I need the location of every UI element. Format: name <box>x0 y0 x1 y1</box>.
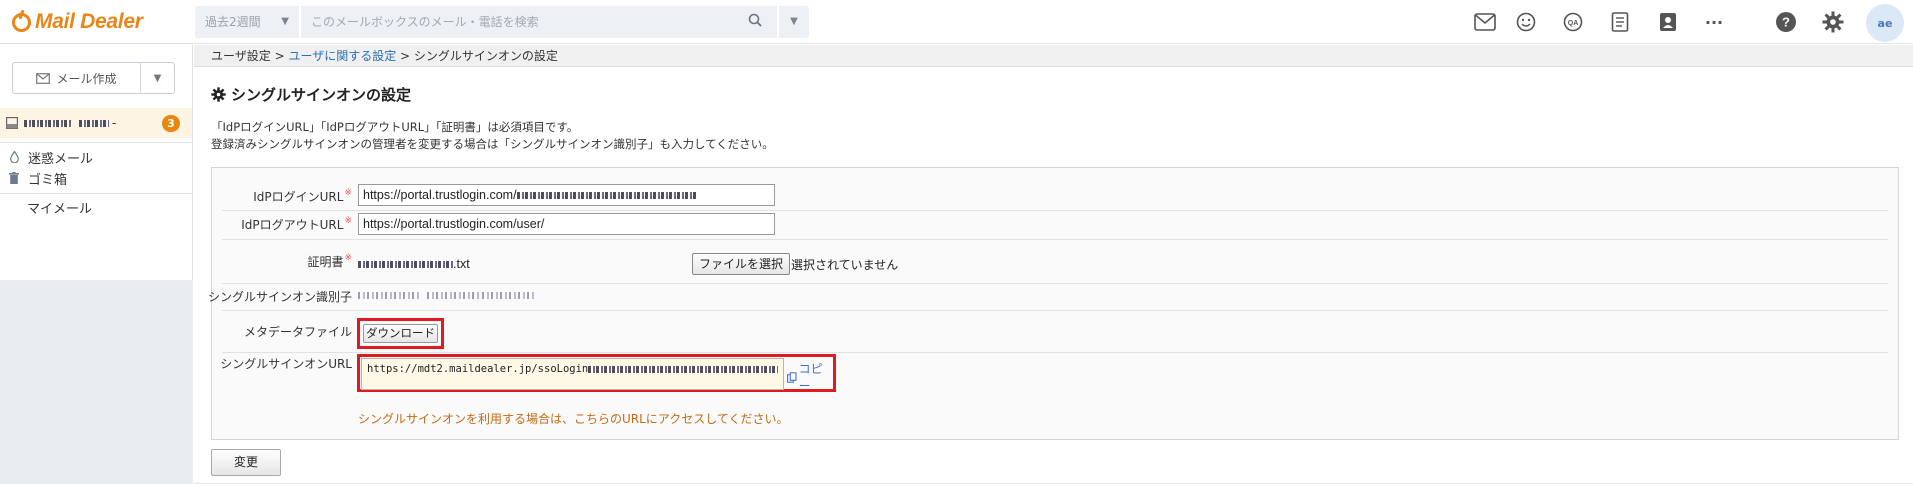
qa-icon[interactable]: QA <box>1561 10 1585 34</box>
file-select-button[interactable]: ファイルを選択 <box>692 253 791 275</box>
cert-label: 証明書※ <box>307 253 352 269</box>
mailbox-label-redacted: - <box>24 116 116 130</box>
sso-url-highlight: https://mdt2.maildealer.jp/ssoLogin コピー <box>357 354 836 394</box>
idp-logout-url-value: https://portal.trustlogin.com/user/ <box>363 217 545 231</box>
row-divider <box>222 352 1888 353</box>
idp-logout-label: IdPログアウトURL※ <box>241 216 352 232</box>
compose-main-button[interactable]: メール作成 <box>13 63 141 93</box>
idp-logout-url-input[interactable]: https://portal.trustlogin.com/user/ <box>358 213 775 235</box>
row-divider <box>222 310 1888 311</box>
search-icon[interactable] <box>748 13 762 27</box>
mailbox-icon <box>6 117 18 129</box>
app-logo[interactable]: Mail Dealer <box>12 8 143 36</box>
svg-text:?: ? <box>1782 15 1790 30</box>
top-header: Mail Dealer 過去2週間 ▼ このメールボックスのメール・電話を検索 … <box>0 0 1913 44</box>
cert-filename-ext: .txt <box>453 257 470 271</box>
notice-admin-change: 登録済みシングルサインオンの管理者を変更する場合は「シングルサインオン識別子」も… <box>211 137 774 151</box>
period-select-value: 過去2週間 <box>205 15 261 29</box>
gear-icon[interactable] <box>1821 10 1845 34</box>
sidebar-item-label: マイメール <box>27 201 93 217</box>
submit-button[interactable]: 変更 <box>211 449 281 476</box>
row-divider <box>222 210 1888 211</box>
envelope-icon <box>36 72 51 84</box>
required-mark: ※ <box>344 253 352 263</box>
main-content: ユーザ設定 > ユーザに関する設定 > シングルサインオンの設定 シングルサイン… <box>194 45 1913 484</box>
sidebar-divider <box>0 142 193 143</box>
sidebar-divider <box>0 193 193 194</box>
more-menu-icon[interactable]: ··· <box>1702 10 1726 34</box>
download-button[interactable]: ダウンロード <box>363 324 438 343</box>
search-placeholder: このメールボックスのメール・電話を検索 <box>311 15 539 29</box>
smiley-icon[interactable] <box>1514 10 1538 34</box>
required-mark: ※ <box>344 188 352 198</box>
breadcrumb-separator: > <box>396 49 414 63</box>
page-title: シングルサインオンの設定 <box>211 84 411 105</box>
sso-url-value: https://mdt2.maildealer.jp/ssoLogin <box>367 363 589 375</box>
gear-icon <box>211 87 226 102</box>
unread-count-badge: 3 <box>162 115 180 132</box>
row-divider <box>222 283 1888 284</box>
avatar[interactable]: ae <box>1866 4 1904 42</box>
idp-login-url-input[interactable]: https://portal.trustlogin.com/ <box>358 184 775 206</box>
sidebar-item-label: 迷惑メール <box>28 151 94 167</box>
breadcrumb-link[interactable]: ユーザに関する設定 <box>288 49 396 63</box>
copy-label: コピー <box>798 362 823 393</box>
sso-settings-form: IdPログインURL※ https://portal.trustlogin.co… <box>208 167 1899 440</box>
download-highlight: ダウンロード <box>357 318 444 349</box>
search-input[interactable]: このメールボックスのメール・電話を検索 <box>301 6 777 38</box>
sidebar: メール作成 ▼ - 3 迷惑メール ゴミ箱 マイメール <box>0 45 193 484</box>
mail-envelope-icon[interactable] <box>1473 10 1497 34</box>
file-status: 選択されていません <box>791 258 899 272</box>
search-options-chevron-icon[interactable]: ▼ <box>779 6 809 38</box>
breadcrumb: ユーザ設定 > ユーザに関する設定 > シングルサインオンの設定 <box>194 45 1913 67</box>
svg-text:QA: QA <box>1568 20 1579 27</box>
period-select[interactable]: 過去2週間 ▼ <box>195 6 299 38</box>
compose-button[interactable]: メール作成 ▼ <box>12 62 175 94</box>
sidebar-item-mailbox[interactable]: - 3 <box>0 108 192 138</box>
sso-url-hint: シングルサインオンを利用する場合は、こちらのURLにアクセスしてください。 <box>358 412 789 426</box>
sidebar-empty-area <box>0 280 193 484</box>
sidebar-item-label: ゴミ箱 <box>28 172 68 188</box>
idp-login-url-value: https://portal.trustlogin.com/ <box>363 188 517 202</box>
compose-label: メール作成 <box>56 71 117 86</box>
required-mark: ※ <box>344 216 352 226</box>
compose-dropdown-chevron-icon[interactable]: ▼ <box>141 73 174 84</box>
copy-link[interactable]: コピー <box>787 360 833 394</box>
breadcrumb-current: シングルサインオンの設定 <box>413 49 558 63</box>
sso-url-label: シングルサインオンURL <box>220 357 352 371</box>
sso-id-label: シングルサインオン識別子 <box>207 290 352 304</box>
avatar-initials: ae <box>1877 16 1893 30</box>
sidebar-item-trash[interactable]: ゴミ箱 <box>0 166 193 190</box>
breadcrumb-root: ユーザ設定 <box>211 49 271 63</box>
sso-url-textarea[interactable]: https://mdt2.maildealer.jp/ssoLogin <box>361 358 784 390</box>
metadata-label: メタデータファイル <box>243 325 352 339</box>
row-divider <box>222 239 1888 240</box>
logo-text: Mail Dealer <box>35 10 143 33</box>
page-title-text: シングルサインオンの設定 <box>231 86 412 104</box>
chevron-down-icon: ▼ <box>281 16 289 27</box>
breadcrumb-separator: > <box>270 49 289 63</box>
notice-required: 「IdPログインURL」「IdPログアウトURL」「証明書」は必須項目です。 <box>211 120 579 134</box>
sso-id-value-redacted <box>358 285 578 307</box>
address-book-icon[interactable] <box>1656 10 1680 34</box>
trash-icon <box>6 172 22 184</box>
spam-drop-icon <box>6 151 22 163</box>
help-icon[interactable]: ? <box>1774 10 1798 34</box>
logo-mark-icon <box>12 12 31 32</box>
cert-filename: .txt <box>358 254 498 276</box>
sidebar-item-mymail[interactable]: マイメール <box>0 195 193 219</box>
more-label: ··· <box>1704 12 1724 32</box>
document-icon[interactable] <box>1608 10 1632 34</box>
copy-icon <box>787 371 797 383</box>
idp-login-label: IdPログインURL※ <box>253 188 352 204</box>
